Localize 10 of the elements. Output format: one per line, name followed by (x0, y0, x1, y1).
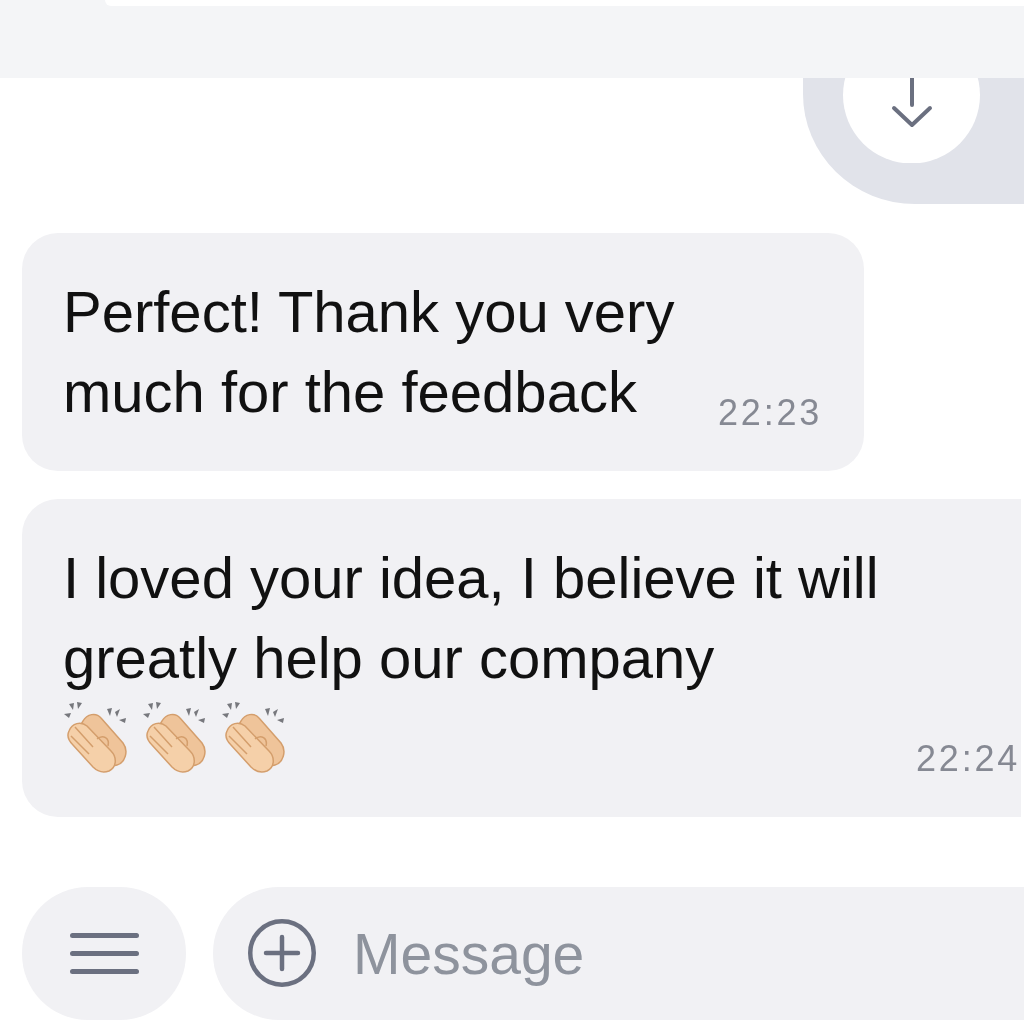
message-text: I loved your idea, I believe it will greatly help our company (63, 544, 880, 692)
message-time: 22:23 (718, 395, 823, 431)
clapping-hands-icon (221, 701, 287, 773)
plus-icon[interactable] (248, 919, 316, 987)
message-text: Perfect! Thank you very much for the feedback (63, 278, 676, 426)
message-time: 22:24 (916, 741, 1021, 777)
message-field[interactable]: Message (213, 887, 1024, 1020)
clapping-hands-icon (63, 701, 129, 773)
clapping-hands-icon (142, 701, 208, 773)
menu-icon (69, 933, 139, 974)
